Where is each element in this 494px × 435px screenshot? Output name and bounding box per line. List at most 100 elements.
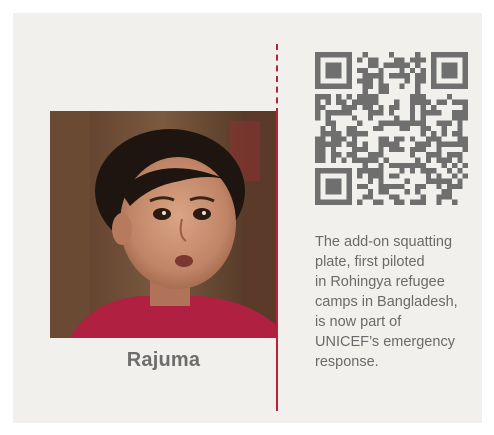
- qr-module: [378, 136, 384, 142]
- qr-module: [346, 183, 352, 190]
- qr-module: [399, 136, 405, 142]
- qr-module: [362, 194, 368, 200]
- qr-module: [373, 110, 379, 116]
- qr-module: [404, 125, 410, 132]
- qr-module: [357, 78, 363, 84]
- qr-module: [351, 146, 358, 153]
- qr-module: [320, 168, 326, 174]
- qr-module: [457, 168, 463, 174]
- qr-module: [446, 120, 453, 126]
- qr-module: [346, 104, 352, 111]
- qr-module: [325, 115, 331, 121]
- qr-module: [367, 78, 374, 84]
- qr-code-icon[interactable]: [315, 52, 468, 205]
- qr-module: [325, 99, 331, 105]
- qr-module: [325, 178, 331, 184]
- qr-module: [362, 157, 368, 163]
- qr-module: [441, 178, 447, 184]
- qr-module: [362, 83, 368, 89]
- qr-module: [346, 52, 352, 58]
- qr-module: [330, 52, 337, 58]
- qr-module: [420, 194, 426, 200]
- qr-module: [378, 88, 384, 95]
- qr-module: [415, 199, 421, 205]
- qr-module: [415, 99, 421, 105]
- qr-module: [436, 136, 442, 142]
- qr-module: [420, 146, 426, 153]
- qr-module: [336, 73, 342, 79]
- qr-module: [409, 94, 416, 100]
- qr-module: [404, 62, 410, 68]
- qr-module: [367, 62, 374, 68]
- qr-module: [346, 57, 352, 63]
- qr-module: [346, 168, 352, 174]
- qr-module: [441, 125, 447, 132]
- qr-module: [462, 78, 468, 84]
- qr-module: [330, 189, 337, 195]
- qr-module: [394, 73, 400, 79]
- qr-module: [415, 162, 421, 169]
- qr-module: [409, 57, 416, 63]
- qr-module: [431, 168, 437, 174]
- qr-module: [325, 199, 331, 205]
- qr-module: [378, 183, 384, 190]
- qr-module: [446, 67, 453, 74]
- qr-module: [336, 189, 342, 195]
- qr-module: [367, 57, 374, 63]
- qr-module: [341, 157, 347, 163]
- qr-module: [388, 183, 395, 190]
- qr-module: [457, 141, 463, 147]
- qr-module: [409, 67, 416, 74]
- qr-module: [315, 189, 321, 195]
- qr-module: [441, 99, 447, 105]
- qr-module: [362, 67, 368, 74]
- qr-module: [325, 110, 331, 116]
- qr-module: [431, 104, 437, 111]
- qr-module: [315, 83, 321, 89]
- qr-module: [373, 94, 379, 100]
- qr-module: [367, 94, 374, 100]
- qr-module: [325, 52, 331, 58]
- qr-module: [462, 136, 468, 142]
- qr-module: [320, 83, 326, 89]
- qr-module: [367, 104, 374, 111]
- qr-module: [336, 131, 342, 137]
- qr-module: [346, 62, 352, 68]
- qr-module: [388, 73, 395, 79]
- qr-module: [373, 99, 379, 105]
- qr-module: [394, 141, 400, 147]
- qr-module: [378, 152, 384, 158]
- qr-module: [367, 99, 374, 105]
- qr-module: [346, 199, 352, 205]
- qr-module: [441, 73, 447, 79]
- qr-module: [325, 62, 331, 68]
- qr-module: [336, 136, 342, 142]
- qr-module: [462, 73, 468, 79]
- qr-module: [409, 152, 416, 158]
- qr-module: [357, 168, 363, 174]
- qr-module: [320, 52, 326, 58]
- divider-line: [276, 114, 278, 411]
- qr-module: [315, 168, 321, 174]
- qr-module: [341, 110, 347, 116]
- qr-module: [367, 189, 374, 195]
- qr-module: [346, 194, 352, 200]
- qr-module: [330, 183, 337, 190]
- qr-module: [441, 83, 447, 89]
- qr-module: [457, 115, 463, 121]
- qr-module: [367, 152, 374, 158]
- qr-module: [378, 83, 384, 89]
- qr-module: [394, 146, 400, 153]
- qr-module: [325, 120, 331, 126]
- qr-module: [330, 131, 337, 137]
- qr-module: [399, 67, 405, 74]
- qr-module: [452, 131, 458, 137]
- qr-module: [394, 136, 400, 142]
- qr-module: [383, 189, 389, 195]
- qr-module: [441, 67, 447, 74]
- qr-module: [452, 67, 458, 74]
- qr-module: [378, 104, 384, 111]
- qr-module: [330, 168, 337, 174]
- qr-module: [378, 141, 384, 147]
- qr-module: [420, 57, 426, 63]
